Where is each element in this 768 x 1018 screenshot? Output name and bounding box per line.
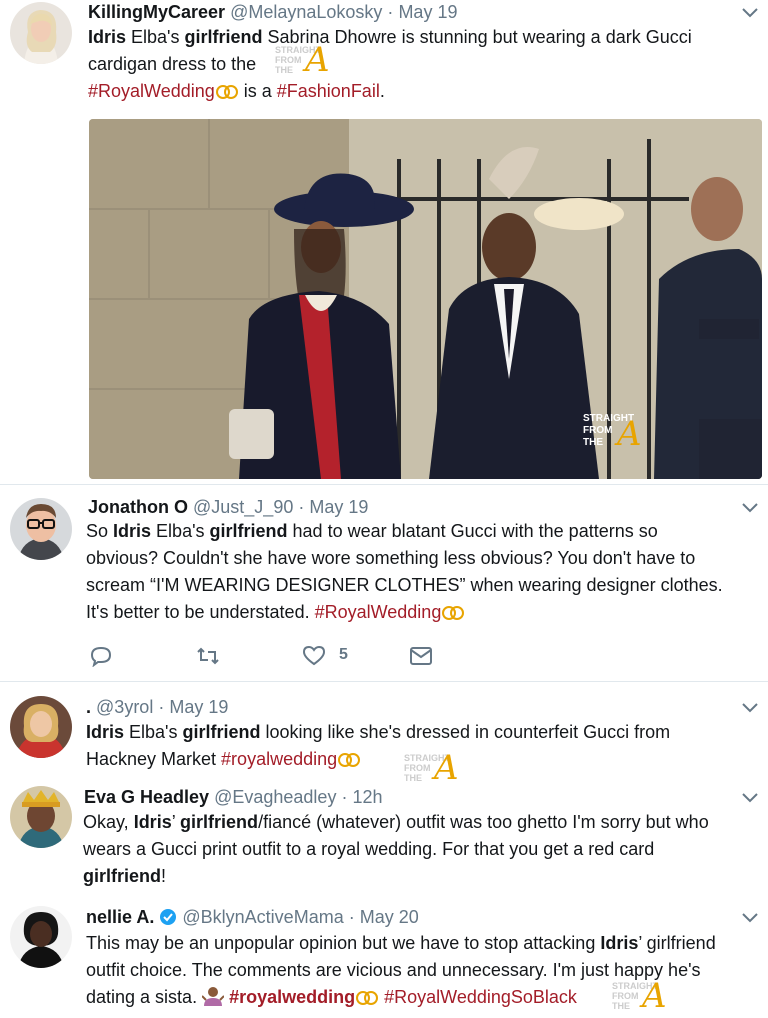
timestamp[interactable]: May 19 <box>398 2 457 22</box>
user-handle[interactable]: @MelaynaLokosky <box>230 2 382 22</box>
hashtag-link[interactable]: #RoyalWedding <box>88 81 215 101</box>
timestamp[interactable]: May 20 <box>360 907 419 927</box>
chevron-down-icon[interactable] <box>742 913 758 923</box>
tweet-header: nellie A. @BklynActiveMama · May 20 <box>86 907 419 927</box>
avatar[interactable] <box>10 786 72 848</box>
watermark-logo: STRAIGHT FROM THE A <box>275 40 330 80</box>
tweet-text: So Idris Elba's girlfriend had to wear b… <box>86 521 723 622</box>
chevron-down-icon[interactable] <box>742 503 758 513</box>
timestamp[interactable]: 12h <box>352 787 382 807</box>
reply-icon[interactable] <box>90 645 112 672</box>
like-count: 5 <box>339 646 348 663</box>
tweet-header: Jonathon O @Just_J_90 · May 19 <box>88 497 369 517</box>
tweet-header: . @3yrol · May 19 <box>86 697 229 717</box>
verified-badge-icon <box>160 909 177 925</box>
timestamp[interactable]: May 19 <box>309 497 368 517</box>
user-handle[interactable]: @BklynActiveMama <box>182 907 343 927</box>
user-handle[interactable]: @3yrol <box>96 697 153 717</box>
wedding-rings-icon <box>442 606 465 620</box>
tweet-text: Idris Elba's girlfriend Sabrina Dhowre i… <box>88 27 692 101</box>
avatar[interactable] <box>10 696 72 758</box>
hashtag-link[interactable]: #royalwedding <box>221 749 337 769</box>
tweet-5: nellie A. @BklynActiveMama · May 20 This… <box>0 896 768 1018</box>
display-name[interactable]: . <box>86 697 91 717</box>
tweet-text: Okay, Idris’ girlfriend/fiancé (whatever… <box>83 812 709 886</box>
hashtag-link[interactable]: #RoyalWeddingSoBlack <box>384 987 577 1007</box>
user-handle[interactable]: @Just_J_90 <box>193 497 293 517</box>
wedding-rings-icon <box>338 753 361 767</box>
svg-text:A: A <box>614 414 642 454</box>
display-name[interactable]: nellie A. <box>86 907 154 927</box>
wedding-rings-icon <box>215 85 238 99</box>
hashtag-link[interactable]: #FashionFail <box>277 81 380 101</box>
tweet-3: . @3yrol · May 19 Idris Elba's girlfrien… <box>0 682 768 788</box>
display-name[interactable]: Eva G Headley <box>84 787 209 807</box>
wedding-rings-icon <box>356 991 379 1005</box>
avatar[interactable] <box>10 2 72 64</box>
tweet-header: Eva G Headley @Evagheadley · 12h <box>84 787 383 807</box>
tweet-1: KillingMyCareer @MelaynaLokosky · May 19… <box>0 0 768 484</box>
user-handle[interactable]: @Evagheadley <box>214 787 336 807</box>
display-name[interactable]: Jonathon O <box>88 497 188 517</box>
retweet-icon[interactable] <box>196 646 220 671</box>
tweet-header: KillingMyCareer @MelaynaLokosky · May 19 <box>88 2 458 22</box>
shrug-emoji-icon <box>201 987 225 1006</box>
display-name[interactable]: KillingMyCareer <box>88 2 225 22</box>
tweet-4: Eva G Headley @Evagheadley · 12h Okay, I… <box>0 783 768 896</box>
chevron-down-icon[interactable] <box>742 703 758 713</box>
avatar[interactable] <box>10 906 72 968</box>
svg-text:THE: THE <box>583 437 603 448</box>
tweet-2: Jonathon O @Just_J_90 · May 19 So Idris … <box>0 485 768 681</box>
hashtag-link[interactable]: #royalwedding <box>229 987 355 1007</box>
svg-text:FROM: FROM <box>583 425 612 436</box>
hashtag-link[interactable]: #RoyalWedding <box>315 602 442 622</box>
timestamp[interactable]: May 19 <box>169 697 228 717</box>
chevron-down-icon[interactable] <box>742 793 758 803</box>
message-icon[interactable] <box>409 646 433 671</box>
avatar[interactable] <box>10 498 72 560</box>
tweet-photo[interactable]: STRAIGHT FROM THE A <box>89 119 762 479</box>
chevron-down-icon[interactable] <box>742 8 758 18</box>
like-icon[interactable] <box>302 645 326 671</box>
watermark-logo: STRAIGHT FROM THE A <box>612 976 667 1016</box>
